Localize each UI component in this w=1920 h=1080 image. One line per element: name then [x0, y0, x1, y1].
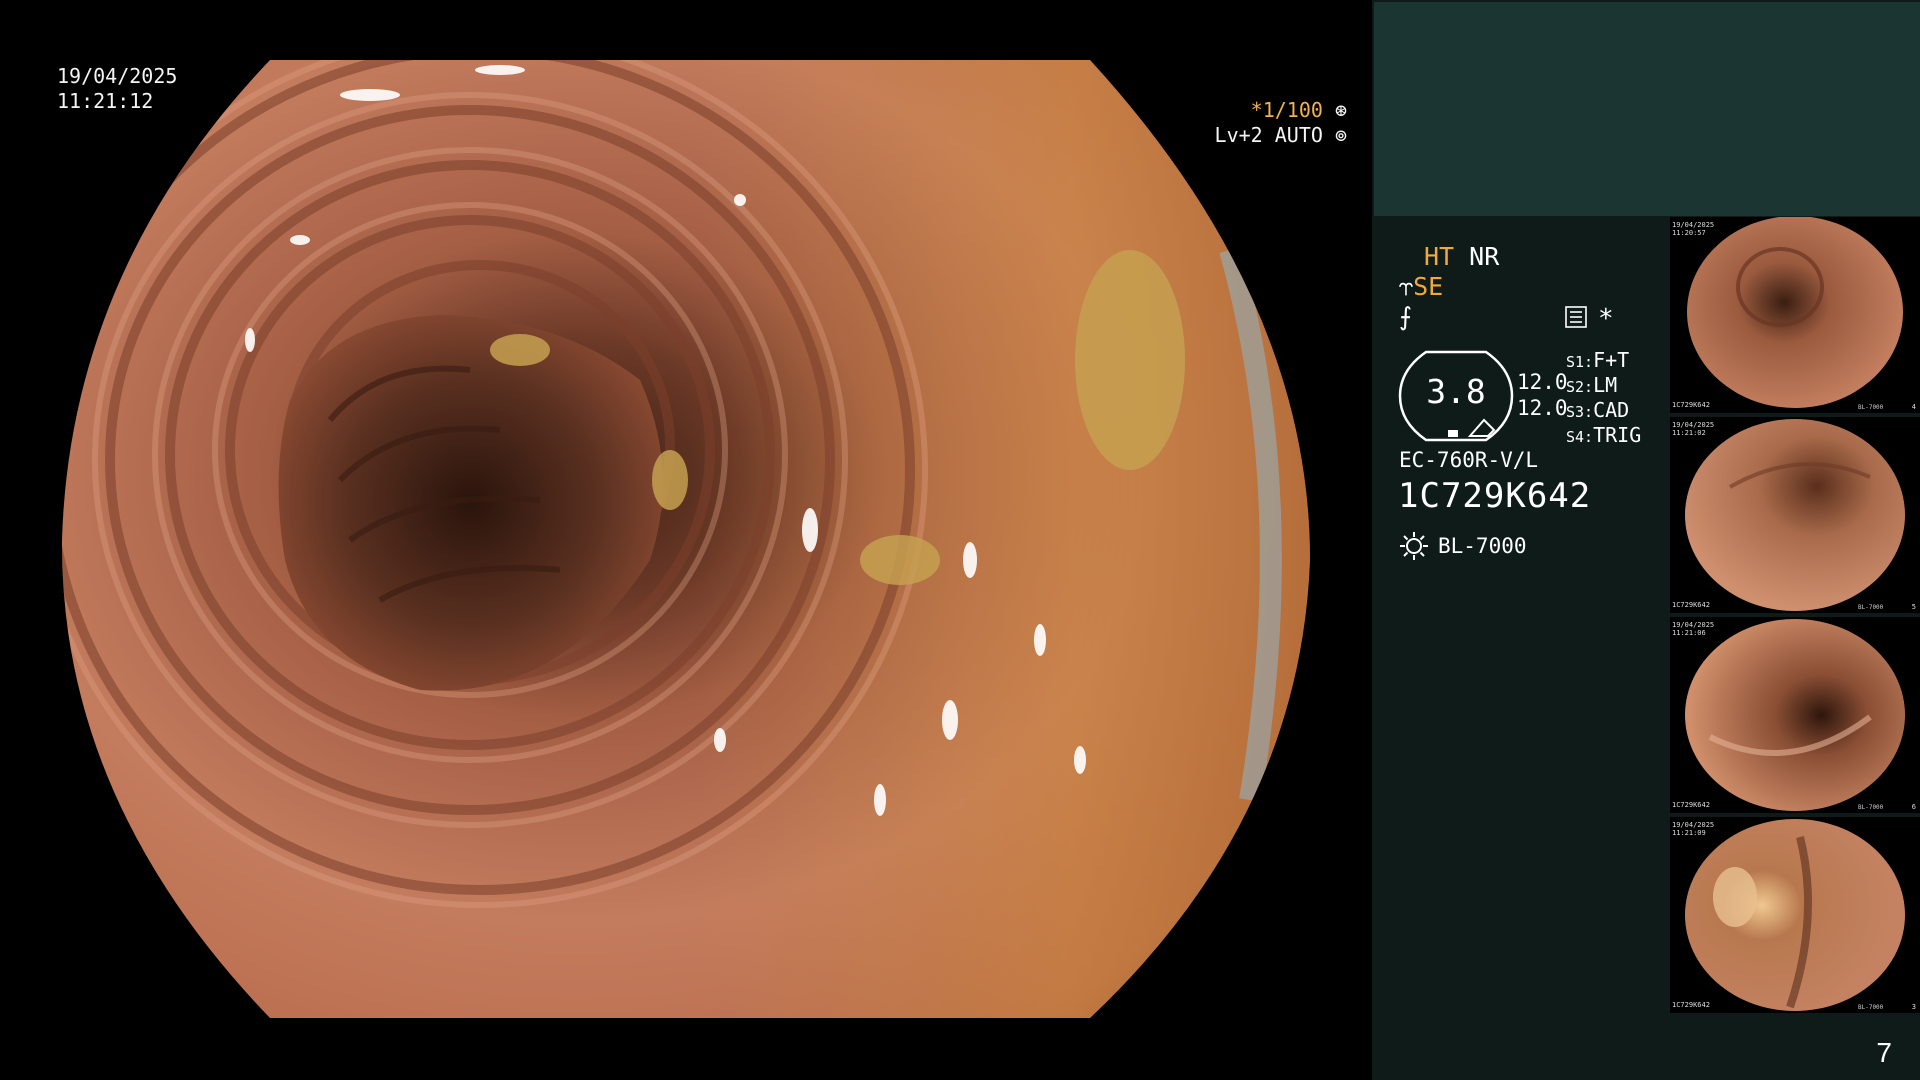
thumb-time: 11:21:02 [1672, 429, 1706, 437]
thumb-light: BL-7000 [1858, 804, 1884, 811]
colon-lumen-image [61, 60, 1310, 1018]
switch-1-assignment: S1:F+T [1566, 348, 1630, 372]
switch-2-assignment: S2:LM [1566, 373, 1618, 397]
function-indicator: ⨍ [1399, 302, 1412, 332]
scope-model: EC-760R-V/L [1399, 448, 1539, 472]
thumb-date: 19/04/2025 [1672, 421, 1715, 429]
light-source-label: BL-7000 [1438, 534, 1527, 558]
thumb-date: 19/04/2025 [1672, 221, 1715, 229]
thumb-date: 19/04/2025 [1672, 621, 1715, 629]
thumb-date: 19/04/2025 [1672, 821, 1715, 829]
magnification-value: 3.8 [1426, 372, 1486, 411]
thumb-index: 4 [1911, 403, 1916, 411]
nr-label: NR [1469, 242, 1500, 271]
thumb-time: 11:20:57 [1672, 229, 1706, 237]
shutter-text: *1/100 [1250, 98, 1323, 122]
iris-text: Lv+2 AUTO [1214, 123, 1323, 147]
aperture-icon: ⊛ [1322, 98, 1347, 122]
endoscope-live-view: 19/04/2025 11:21:12 *1/100 ⊛ Lv+2 AUTO ⊚ [0, 0, 1372, 1080]
thumbnail-image [1685, 419, 1905, 611]
image-page-number: 7 [1876, 1037, 1892, 1068]
captured-image-thumbnail-2[interactable]: 19/04/2025 11:21:02 1C729K642 BL-7000 5 [1670, 417, 1920, 613]
thumb-index: 6 [1911, 803, 1916, 811]
light-source-icon [1400, 532, 1428, 560]
se-indicator: ⥾SE [1399, 272, 1443, 302]
se-label: SE [1413, 272, 1444, 301]
thumb-light: BL-7000 [1858, 604, 1884, 611]
function-icon: ⨍ [1399, 302, 1413, 331]
thumb-light: BL-7000 [1858, 1004, 1884, 1011]
captured-image-thumbnail-4[interactable]: 19/04/2025 11:21:09 1C729K642 BL-7000 3 [1670, 817, 1920, 1013]
value-readout-2: 12.0 [1517, 396, 1568, 420]
thumbnail-image [1685, 619, 1905, 811]
thumbnail-image [1685, 819, 1905, 1011]
thumb-serial: 1C729K642 [1672, 1001, 1710, 1009]
menu-list-icon [1565, 306, 1587, 328]
captured-image-thumbnail-3[interactable]: 19/04/2025 11:21:06 1C729K642 BL-7000 6 [1670, 617, 1920, 813]
status-side-panel: HT NR ⥾SE ⨍ * 3.8 12.0 12.0 S1:F+T S2:LM… [1372, 0, 1920, 1080]
se-mode-icon: ⥾ [1399, 272, 1414, 301]
ht-nr-indicator: HT NR [1424, 242, 1499, 272]
thumb-index: 3 [1911, 1003, 1916, 1011]
iris-icon: ⊚ [1322, 123, 1347, 147]
thumb-index: 5 [1911, 603, 1916, 611]
thumbnail-image [1687, 217, 1903, 408]
value-readout-1: 12.0 [1517, 370, 1568, 394]
date-text: 19/04/2025 [57, 64, 178, 88]
thumb-time: 11:21:09 [1672, 829, 1706, 837]
thumb-light: BL-7000 [1858, 404, 1884, 411]
exposure-overlay: *1/100 ⊛ Lv+2 AUTO ⊚ [1215, 98, 1347, 148]
scope-serial-number: 1C729K642 [1398, 476, 1592, 516]
thumb-serial: 1C729K642 [1672, 801, 1710, 809]
date-time-overlay: 19/04/2025 11:21:12 [57, 64, 177, 114]
star-indicator: * [1598, 304, 1614, 334]
switch-4-assignment: S4:TRIG [1566, 423, 1642, 447]
thumb-time: 11:21:06 [1672, 629, 1706, 637]
time-text: 11:21:12 [57, 89, 154, 113]
switch-3-assignment: S3:CAD [1566, 398, 1630, 422]
thumb-serial: 1C729K642 [1672, 401, 1710, 409]
thumb-serial: 1C729K642 [1672, 601, 1710, 609]
captured-image-thumbnail-1[interactable]: 19/04/2025 11:20:57 1C729K642 BL-7000 4 [1670, 217, 1920, 413]
ht-label: HT [1424, 242, 1455, 271]
panel-header-area [1374, 2, 1920, 216]
